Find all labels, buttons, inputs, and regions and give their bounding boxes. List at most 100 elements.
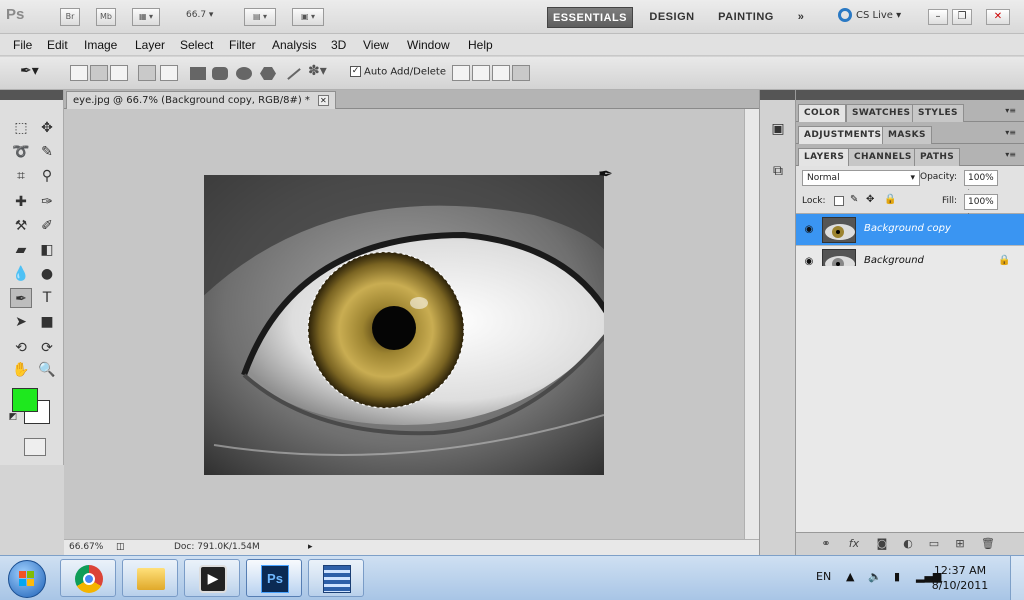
vertical-scrollbar[interactable] <box>744 109 759 539</box>
arrange-documents-button[interactable]: ▤ ▾ <box>244 8 276 26</box>
tab-channels[interactable]: CHANNELS <box>848 148 918 166</box>
taskbar-movie-maker[interactable] <box>308 559 364 597</box>
quick-mask-button[interactable] <box>24 438 46 456</box>
image-canvas[interactable] <box>204 175 604 475</box>
eye-icon[interactable]: ◉ <box>802 224 816 236</box>
hand-tool-icon[interactable]: ✋ <box>10 360 32 380</box>
polygon-icon[interactable] <box>260 67 276 80</box>
system-clock[interactable]: 12:37 AM 8/10/2011 <box>930 563 990 593</box>
mini-bridge-button[interactable]: Mb <box>96 8 116 26</box>
more-workspaces-button[interactable]: » <box>792 7 810 28</box>
view-extras-button[interactable]: ▦ ▾ <box>132 8 160 26</box>
spot-healing-tool-icon[interactable]: ✚ <box>10 192 32 212</box>
default-colors-icon[interactable]: ◩ <box>6 410 20 424</box>
add-mask-icon[interactable]: ◙ <box>874 537 890 551</box>
tab-paths[interactable]: PATHS <box>914 148 961 166</box>
fill-pixels-mode-icon[interactable] <box>110 65 128 81</box>
exclude-path-area-icon[interactable] <box>512 65 530 81</box>
zoom-tool-icon[interactable]: 🔍 <box>36 360 58 380</box>
tab-styles[interactable]: STYLES <box>912 104 964 122</box>
line-icon[interactable] <box>287 68 301 80</box>
history-panel-icon[interactable]: ⧉ <box>766 160 790 182</box>
new-group-icon[interactable]: ▭ <box>926 537 942 551</box>
menu-help[interactable]: Help <box>468 38 493 52</box>
quick-selection-tool-icon[interactable]: ✎ <box>36 142 58 162</box>
menu-3d[interactable]: 3D <box>331 38 346 52</box>
close-document-icon[interactable]: ✕ <box>317 95 329 106</box>
lock-transparent-icon[interactable] <box>834 196 844 206</box>
link-layers-icon[interactable]: ⚭ <box>818 537 834 551</box>
layer-style-icon[interactable]: fx <box>846 537 862 551</box>
volume-icon[interactable]: 🔈 <box>868 570 882 583</box>
layer-name[interactable]: Background <box>864 255 924 266</box>
menu-file[interactable]: File <box>13 38 32 52</box>
status-zoom-level[interactable]: 66.67% <box>69 542 103 552</box>
type-tool-icon[interactable]: T <box>36 288 58 308</box>
menu-layer[interactable]: Layer <box>135 38 165 52</box>
close-button[interactable]: ✕ <box>986 9 1010 25</box>
pen-icon[interactable] <box>138 65 156 81</box>
fill-field[interactable]: 100% ▸ <box>964 194 998 221</box>
clone-stamp-tool-icon[interactable]: ⚒ <box>10 216 32 236</box>
dodge-tool-icon[interactable]: ● <box>36 264 58 284</box>
tab-layers[interactable]: LAYERS <box>798 148 851 166</box>
menu-analysis[interactable]: Analysis <box>272 38 317 52</box>
brush-tool-icon[interactable]: ✑ <box>36 192 58 212</box>
menu-filter[interactable]: Filter <box>229 38 256 52</box>
layers-list-empty-area[interactable] <box>796 266 1024 532</box>
workspace-essentials[interactable]: ESSENTIALS <box>547 7 633 28</box>
blur-tool-icon[interactable]: 💧 <box>10 264 32 284</box>
tab-color[interactable]: COLOR <box>798 104 847 122</box>
rectangle-shape-icon[interactable] <box>190 67 206 80</box>
intersect-path-area-icon[interactable] <box>492 65 510 81</box>
lock-all-icon[interactable]: 🔒 <box>884 194 896 205</box>
tab-adjustments[interactable]: ADJUSTMENTS <box>798 126 888 144</box>
auto-add-delete-option[interactable]: ✓ Auto Add/Delete <box>350 66 446 78</box>
lock-position-icon[interactable]: ✥ <box>866 194 876 205</box>
battery-icon[interactable]: ▮ <box>894 570 900 583</box>
auto-add-delete-checkbox[interactable]: ✓ <box>350 66 361 77</box>
path-selection-tool-icon[interactable]: ➤ <box>10 312 32 332</box>
taskbar-media-center[interactable]: ▶ <box>184 559 240 597</box>
add-path-area-icon[interactable] <box>452 65 470 81</box>
foreground-color-swatch[interactable] <box>12 388 38 412</box>
shape-layers-mode-icon[interactable] <box>70 65 88 81</box>
show-hidden-icons-icon[interactable]: ▲ <box>846 570 854 583</box>
crop-tool-icon[interactable]: ⌗ <box>10 166 32 186</box>
pen-tool-icon[interactable]: ✒ <box>10 288 32 308</box>
delete-layer-icon[interactable]: 🗑 <box>980 537 996 551</box>
taskbar-explorer[interactable] <box>122 559 178 597</box>
lasso-tool-icon[interactable]: ➰ <box>10 142 32 162</box>
history-brush-tool-icon[interactable]: ✐ <box>36 216 58 236</box>
3d-orbit-tool-icon[interactable]: ⟳ <box>36 338 58 358</box>
tab-masks[interactable]: MASKS <box>882 126 932 144</box>
taskbar-chrome[interactable] <box>60 559 116 597</box>
lock-image-icon[interactable]: ✎ <box>850 194 860 205</box>
restore-button[interactable]: ❐ <box>952 9 972 25</box>
start-button[interactable] <box>8 560 46 598</box>
panel-menu-icon[interactable]: ▾≡ <box>1005 128 1016 137</box>
3d-rotate-tool-icon[interactable]: ⟲ <box>10 338 32 358</box>
minimize-button[interactable]: – <box>928 9 948 25</box>
move-tool-icon[interactable]: ✥ <box>36 118 58 138</box>
freeform-pen-icon[interactable] <box>160 65 178 81</box>
pen-tool-preset-icon[interactable]: ✒▾ <box>20 63 39 79</box>
subtract-path-area-icon[interactable] <box>472 65 490 81</box>
tools-panel-header[interactable] <box>0 90 63 100</box>
zoom-level-field[interactable]: 66.7 ▾ <box>186 10 213 20</box>
menu-view[interactable]: View <box>363 38 389 52</box>
custom-shape-icon[interactable]: ✽▾ <box>308 63 327 79</box>
panel-menu-icon[interactable]: ▾≡ <box>1005 150 1016 159</box>
menu-edit[interactable]: Edit <box>47 38 68 52</box>
new-layer-icon[interactable]: ⊞ <box>952 537 968 551</box>
screen-mode-button[interactable]: ▣ ▾ <box>292 8 324 26</box>
rounded-rectangle-icon[interactable] <box>212 67 228 80</box>
panel-dock-header[interactable] <box>796 90 1024 100</box>
opacity-field[interactable]: 100% ▸ <box>964 170 998 197</box>
status-menu-arrow-icon[interactable]: ▸ <box>308 542 313 552</box>
workspace-painting[interactable]: PAINTING <box>710 7 782 28</box>
marquee-tool-icon[interactable]: ⬚ <box>10 118 32 138</box>
show-desktop-button[interactable] <box>1010 556 1024 600</box>
menu-select[interactable]: Select <box>180 38 213 52</box>
panel-dock-header[interactable] <box>760 90 795 100</box>
